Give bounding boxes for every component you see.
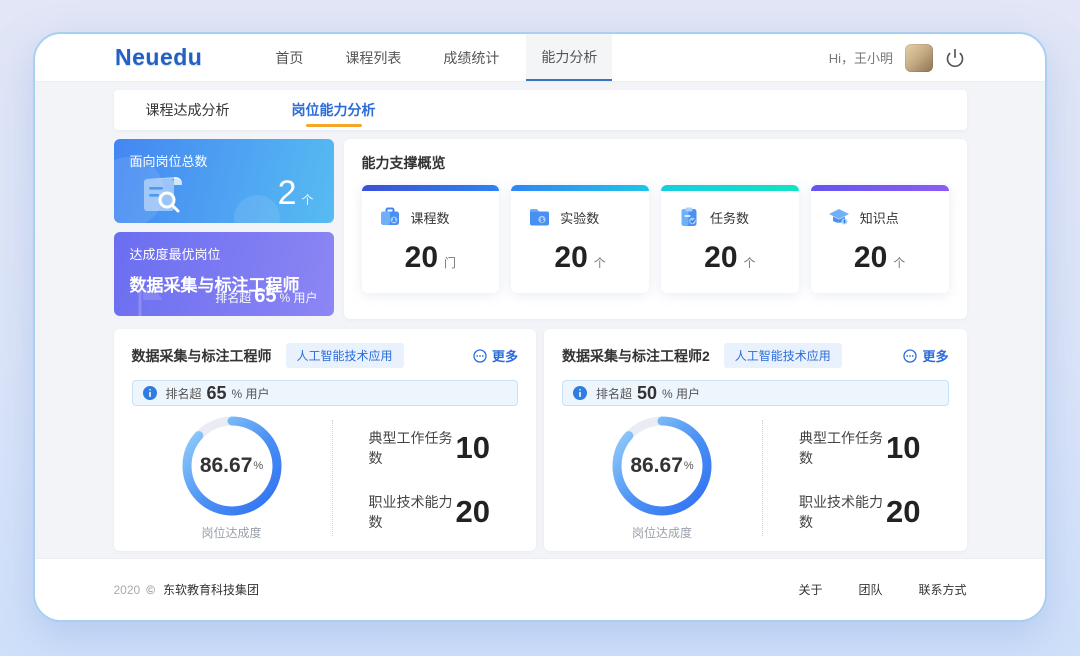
graduation-cap-icon: [827, 205, 851, 229]
clipboard-icon: [677, 205, 701, 229]
info-circle-icon: [573, 386, 587, 400]
nav-item-score-stats[interactable]: 成绩统计: [428, 34, 514, 81]
card-unit: 个: [594, 254, 606, 271]
course-count-card[interactable]: 课程数 20 门: [362, 185, 500, 293]
analysis-tabbar: 课程达成分析 岗位能力分析: [114, 90, 967, 130]
donut-value: 86.67: [630, 454, 683, 478]
ellipsis-circle-icon: [903, 349, 917, 363]
job-panel-1: 数据采集与标注工程师 人工智能技术应用 更多: [114, 329, 537, 551]
copyright-icon: ©: [146, 583, 155, 597]
more-button[interactable]: 更多: [903, 346, 948, 365]
best-job-title: 达成度最优岗位: [130, 244, 318, 263]
user-greeting: Hi，王小明: [829, 48, 893, 67]
job-badge: 人工智能技术应用: [724, 343, 842, 368]
power-icon[interactable]: [945, 48, 965, 68]
donut-label: 岗位达成度: [201, 524, 261, 541]
tab-course-achievement[interactable]: 课程达成分析: [136, 90, 240, 130]
donut-label: 岗位达成度: [632, 524, 692, 541]
stat-row: 职业技术能力数 20: [369, 492, 491, 532]
card-value: 20: [854, 241, 887, 275]
footer-link-about[interactable]: 关于: [798, 581, 822, 598]
rank-value: 50: [637, 383, 657, 404]
card-value: 20: [554, 241, 587, 275]
content-area: 课程达成分析 岗位能力分析 面向岗位总数: [35, 82, 1045, 558]
card-value: 20: [405, 241, 438, 275]
rank-prefix: 排名超: [596, 385, 632, 402]
job-title: 数据采集与标注工程师2: [562, 346, 710, 366]
card-label: 任务数: [710, 208, 749, 227]
jobs-total-card[interactable]: 面向岗位总数 2 个: [114, 139, 334, 223]
tab-job-ability[interactable]: 岗位能力分析: [282, 90, 386, 130]
jobs-total-title: 面向岗位总数: [130, 151, 318, 170]
capability-overview-title: 能力支撑概览: [362, 153, 949, 173]
job-panel-2: 数据采集与标注工程师2 人工智能技术应用 更多: [544, 329, 967, 551]
user-area: Hi，王小明: [829, 44, 965, 72]
footer-year: 2020: [114, 583, 141, 597]
app-window: Neuedu 首页 课程列表 成绩统计 能力分析 Hi，王小明 课程达成分析 岗…: [33, 32, 1047, 622]
footer-link-team[interactable]: 团队: [858, 581, 882, 598]
experiment-count-card[interactable]: $ 实验数 20 个: [511, 185, 649, 293]
main-nav: 首页 课程列表 成绩统计 能力分析: [254, 34, 618, 81]
flag-icon: [132, 282, 172, 316]
jobs-total-unit: 个: [301, 191, 313, 208]
card-unit: 个: [893, 254, 905, 271]
rank-infobar: 排名超 50 % 用户: [562, 380, 949, 406]
rank-prefix: 排名超: [166, 385, 202, 402]
card-unit: 个: [744, 254, 756, 271]
avatar[interactable]: [905, 44, 933, 72]
donut-value: 86.67: [200, 454, 253, 478]
best-job-card[interactable]: 达成度最优岗位 数据采集与标注工程师 排名超 65 % 用户: [114, 232, 334, 316]
nav-item-ability-analysis[interactable]: 能力分析: [526, 34, 612, 81]
stat-row: 职业技术能力数 20: [799, 492, 921, 532]
stat-row: 典型工作任务数 10: [799, 428, 921, 468]
jobs-total-value: 2: [278, 174, 297, 213]
rank-suffix: % 用户: [232, 385, 270, 402]
footer-link-contact[interactable]: 联系方式: [918, 581, 966, 598]
stat-row: 典型工作任务数 10: [369, 428, 491, 468]
folder-icon: $: [527, 205, 551, 229]
card-label: 实验数: [560, 208, 599, 227]
ellipsis-circle-icon: [473, 349, 487, 363]
info-circle-icon: [143, 386, 157, 400]
nav-item-home[interactable]: 首页: [260, 34, 318, 81]
card-label: 知识点: [860, 208, 899, 227]
donut-chart: 86.67 % 岗位达成度: [562, 414, 762, 541]
knowledge-point-card[interactable]: 知识点 20 个: [811, 185, 949, 293]
footer: 2020 © 东软教育科技集团 关于 团队 联系方式: [35, 558, 1045, 620]
job-title: 数据采集与标注工程师: [132, 346, 272, 366]
card-unit: 门: [444, 254, 456, 271]
rank-suffix: % 用户: [662, 385, 700, 402]
card-value: 20: [704, 241, 737, 275]
capability-overview-panel: 能力支撑概览: [344, 139, 967, 319]
card-label: 课程数: [411, 208, 450, 227]
briefcase-icon: [378, 205, 402, 229]
job-badge: 人工智能技术应用: [286, 343, 404, 368]
best-job-rank: 排名超 65 % 用户: [215, 285, 317, 308]
task-count-card[interactable]: 任务数 20 个: [661, 185, 799, 293]
donut-chart: 86.67 % 岗位达成度: [132, 414, 332, 541]
rank-value: 65: [207, 383, 227, 404]
nav-item-course-list[interactable]: 课程列表: [330, 34, 416, 81]
summary-column: 面向岗位总数 2 个: [114, 139, 334, 319]
rank-infobar: 排名超 65 % 用户: [132, 380, 519, 406]
more-button[interactable]: 更多: [473, 346, 518, 365]
brand-logo[interactable]: Neuedu: [115, 44, 202, 71]
top-header: Neuedu 首页 课程列表 成绩统计 能力分析 Hi，王小明: [35, 34, 1045, 82]
footer-company: 东软教育科技集团: [163, 581, 259, 598]
document-search-icon: [140, 171, 192, 215]
